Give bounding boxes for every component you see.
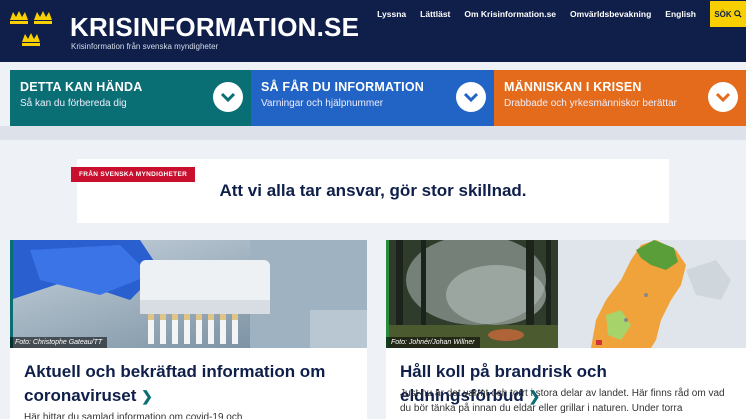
photo-credit: Foto: Johnér/Johan Willner — [386, 337, 480, 348]
lab-pipette-image — [10, 240, 367, 348]
tile-sa-far-du-information[interactable]: SÅ FÅR DU INFORMATION Varningar och hjäl… — [251, 70, 494, 126]
arrow-right-icon: ❯ — [141, 388, 153, 404]
chevron-down-icon[interactable] — [708, 82, 738, 112]
divider-band — [0, 126, 746, 140]
card-image: Foto: Johnér/Johan Willner — [386, 240, 746, 348]
card-accent — [10, 240, 13, 348]
site-tagline: Krisinformation från svenska myndigheter — [71, 42, 219, 51]
news-card-brandrisk[interactable]: Foto: Johnér/Johan Willner Håll koll på … — [386, 240, 746, 419]
card-title-text: Aktuell och bekräftad information om cor… — [24, 362, 326, 405]
chevron-down-icon[interactable] — [213, 82, 243, 112]
category-tiles: DETTA KAN HÄNDA Så kan du förbereda dig … — [10, 70, 746, 126]
card-excerpt: Just nu är det varmt och torrt i stora d… — [400, 388, 725, 414]
three-crowns-logo-icon[interactable] — [8, 10, 58, 52]
card-image: Foto: Christophe Gateau/TT — [10, 240, 367, 348]
banner-tag: FRÅN SVENSKA MYNDIGHETER — [71, 167, 196, 182]
nav-omvarldsbevakning[interactable]: Omvärldsbevakning — [570, 9, 651, 19]
nav-english[interactable]: English — [665, 9, 696, 19]
nav-lyssna[interactable]: Lyssna — [377, 9, 406, 19]
tile-manniskan-i-krisen[interactable]: MÄNNISKAN I KRISEN Drabbade och yrkesmän… — [494, 70, 746, 126]
top-navigation: Lyssna Lättläst Om Krisinformation.se Om… — [377, 0, 746, 28]
site-logo-text[interactable]: KRISINFORMATION.SE — [70, 12, 359, 42]
forest-fire-and-map-image — [386, 240, 746, 348]
banner-headline[interactable]: Att vi alla tar ansvar, gör stor skillna… — [77, 181, 669, 201]
card-title[interactable]: Aktuell och bekräftad information om cor… — [24, 360, 354, 408]
card-accent — [386, 240, 389, 348]
nav-lattlast[interactable]: Lättläst — [420, 9, 450, 19]
search-button[interactable]: SÖK — [710, 1, 746, 27]
chevron-down-icon[interactable] — [456, 82, 486, 112]
card-excerpt: Här hittar du samlad information om covi… — [24, 412, 243, 419]
photo-credit: Foto: Christophe Gateau/TT — [10, 337, 108, 348]
search-button-label: SÖK — [714, 9, 732, 19]
search-icon — [733, 10, 742, 18]
site-header: KRISINFORMATION.SE Krisinformation från … — [0, 0, 746, 62]
authority-banner[interactable]: FRÅN SVENSKA MYNDIGHETER Att vi alla tar… — [71, 159, 669, 223]
nav-om[interactable]: Om Krisinformation.se — [464, 9, 556, 19]
tile-detta-kan-handa[interactable]: DETTA KAN HÄNDA Så kan du förbereda dig — [10, 70, 251, 126]
news-card-coronavirus[interactable]: Foto: Christophe Gateau/TT Aktuell och b… — [10, 240, 367, 419]
